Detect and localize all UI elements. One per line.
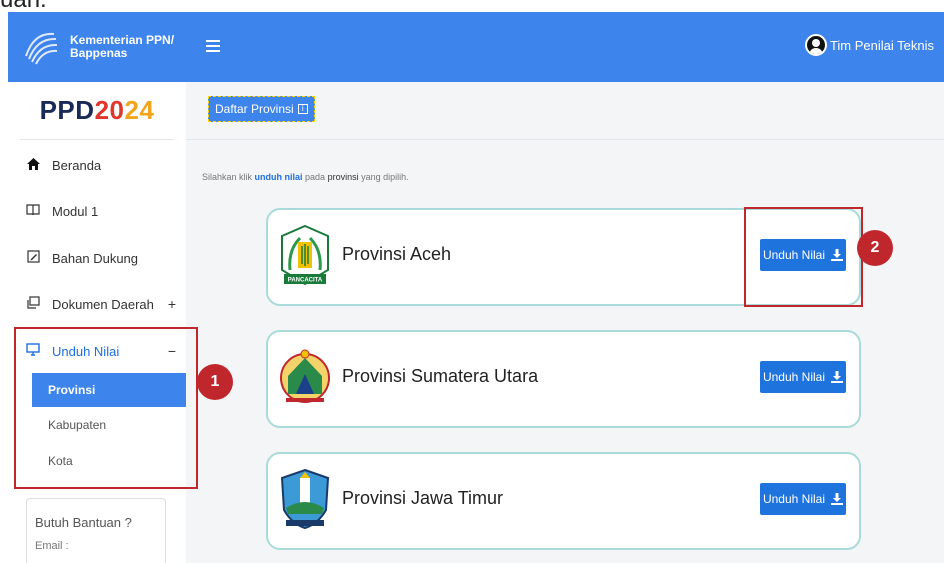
instruction-text: Silahkan klik unduh nilai pada provinsi … [202, 172, 409, 182]
unduh-nilai-button-sumatera-utara[interactable]: Unduh Nilai [760, 361, 846, 393]
logo-ppd-text: PPD [39, 95, 95, 125]
breadcrumb[interactable]: Daftar Provinsi i [208, 96, 315, 122]
help-email-label: Email : [35, 540, 69, 552]
top-navbar: Tim Penilai Teknis [186, 12, 944, 82]
user-name: Tim Penilai Teknis [829, 37, 934, 53]
sidebar-item-label: Bahan Dukung [52, 250, 139, 266]
button-label: Unduh Nilai [762, 492, 826, 506]
annotation-badge-2: 2 [857, 230, 893, 266]
brand-header[interactable]: Kementerian PPN/ Bappenas [8, 12, 186, 82]
bappenas-logo-icon [25, 32, 58, 65]
instruction-provinsi: provinsi [327, 172, 359, 182]
unduh-nilai-button-jawa-timur[interactable]: Unduh Nilai [760, 483, 846, 515]
sidebar-item-label: Dokumen Daerah [52, 296, 154, 312]
annotation-box-2 [744, 207, 863, 307]
user-avatar-icon [804, 34, 827, 56]
button-label: Unduh Nilai [762, 370, 826, 384]
sidebar-item-beranda[interactable]: Beranda [26, 158, 176, 173]
download-icon [831, 493, 844, 505]
breadcrumb-label: Daftar Provinsi [215, 102, 294, 116]
instruction-part3: yang dipilih. [358, 172, 409, 182]
book-icon [26, 204, 40, 219]
instruction-link: unduh nilai [254, 172, 303, 182]
expand-icon[interactable]: + [168, 296, 176, 312]
download-icon [831, 371, 844, 383]
brand-name-line2: Bappenas [70, 46, 128, 60]
help-box: Butuh Bantuan ? Email : [26, 498, 166, 563]
sidebar-item-dokumen-daerah[interactable]: Dokumen Daerah + [26, 296, 176, 312]
sidebar-item-label: Modul 1 [52, 204, 99, 219]
aceh-emblem-icon: PANCACITA [281, 224, 329, 286]
menu-toggle-icon[interactable] [206, 40, 220, 52]
help-title: Butuh Bantuan ? [35, 515, 132, 530]
sidebar-item-bahan-dukung[interactable]: Bahan Dukung [26, 250, 176, 266]
province-name: Provinsi Sumatera Utara [342, 366, 539, 386]
info-icon: i [297, 104, 308, 114]
instruction-part1: Silahkan klik [202, 172, 255, 182]
home-icon [26, 158, 40, 173]
copy-icon [26, 296, 40, 312]
breadcrumb-bar: Daftar Provinsi i [186, 82, 944, 140]
province-card-jawa-timur: Provinsi Jawa Timur Unduh Nilai [266, 452, 861, 550]
edit-icon [26, 250, 40, 266]
jawa-timur-emblem-icon [280, 468, 330, 530]
sidebar-item-modul-1[interactable]: Modul 1 [26, 204, 176, 219]
sidebar: PPD 20 24 Beranda Modul 1 Bahan Dukung Dok… [8, 82, 186, 563]
province-name: Provinsi Aceh [342, 244, 452, 264]
aceh-emblem-text: PANCACITA [288, 278, 323, 284]
top-text-fragment: uah. [0, 0, 80, 12]
annotation-box-1 [14, 327, 198, 489]
user-menu[interactable]: Tim Penilai Teknis [804, 34, 934, 56]
logo-year-20: 20 [94, 95, 125, 125]
logo-year-24: 24 [124, 95, 155, 125]
ppd2024-logo: PPD 20 24 [20, 82, 174, 140]
sidebar-item-label: Beranda [52, 158, 102, 173]
instruction-part2: pada [302, 172, 328, 182]
sumatera-utara-emblem-icon [280, 349, 330, 403]
province-name: Provinsi Jawa Timur [342, 488, 504, 508]
annotation-badge-1: 1 [197, 364, 233, 400]
province-card-sumatera-utara: Provinsi Sumatera Utara Unduh Nilai [266, 330, 861, 428]
brand-name: Kementerian PPN/ Bappenas [70, 34, 174, 60]
main-content: Daftar Provinsi i Silahkan klik unduh ni… [186, 82, 944, 563]
